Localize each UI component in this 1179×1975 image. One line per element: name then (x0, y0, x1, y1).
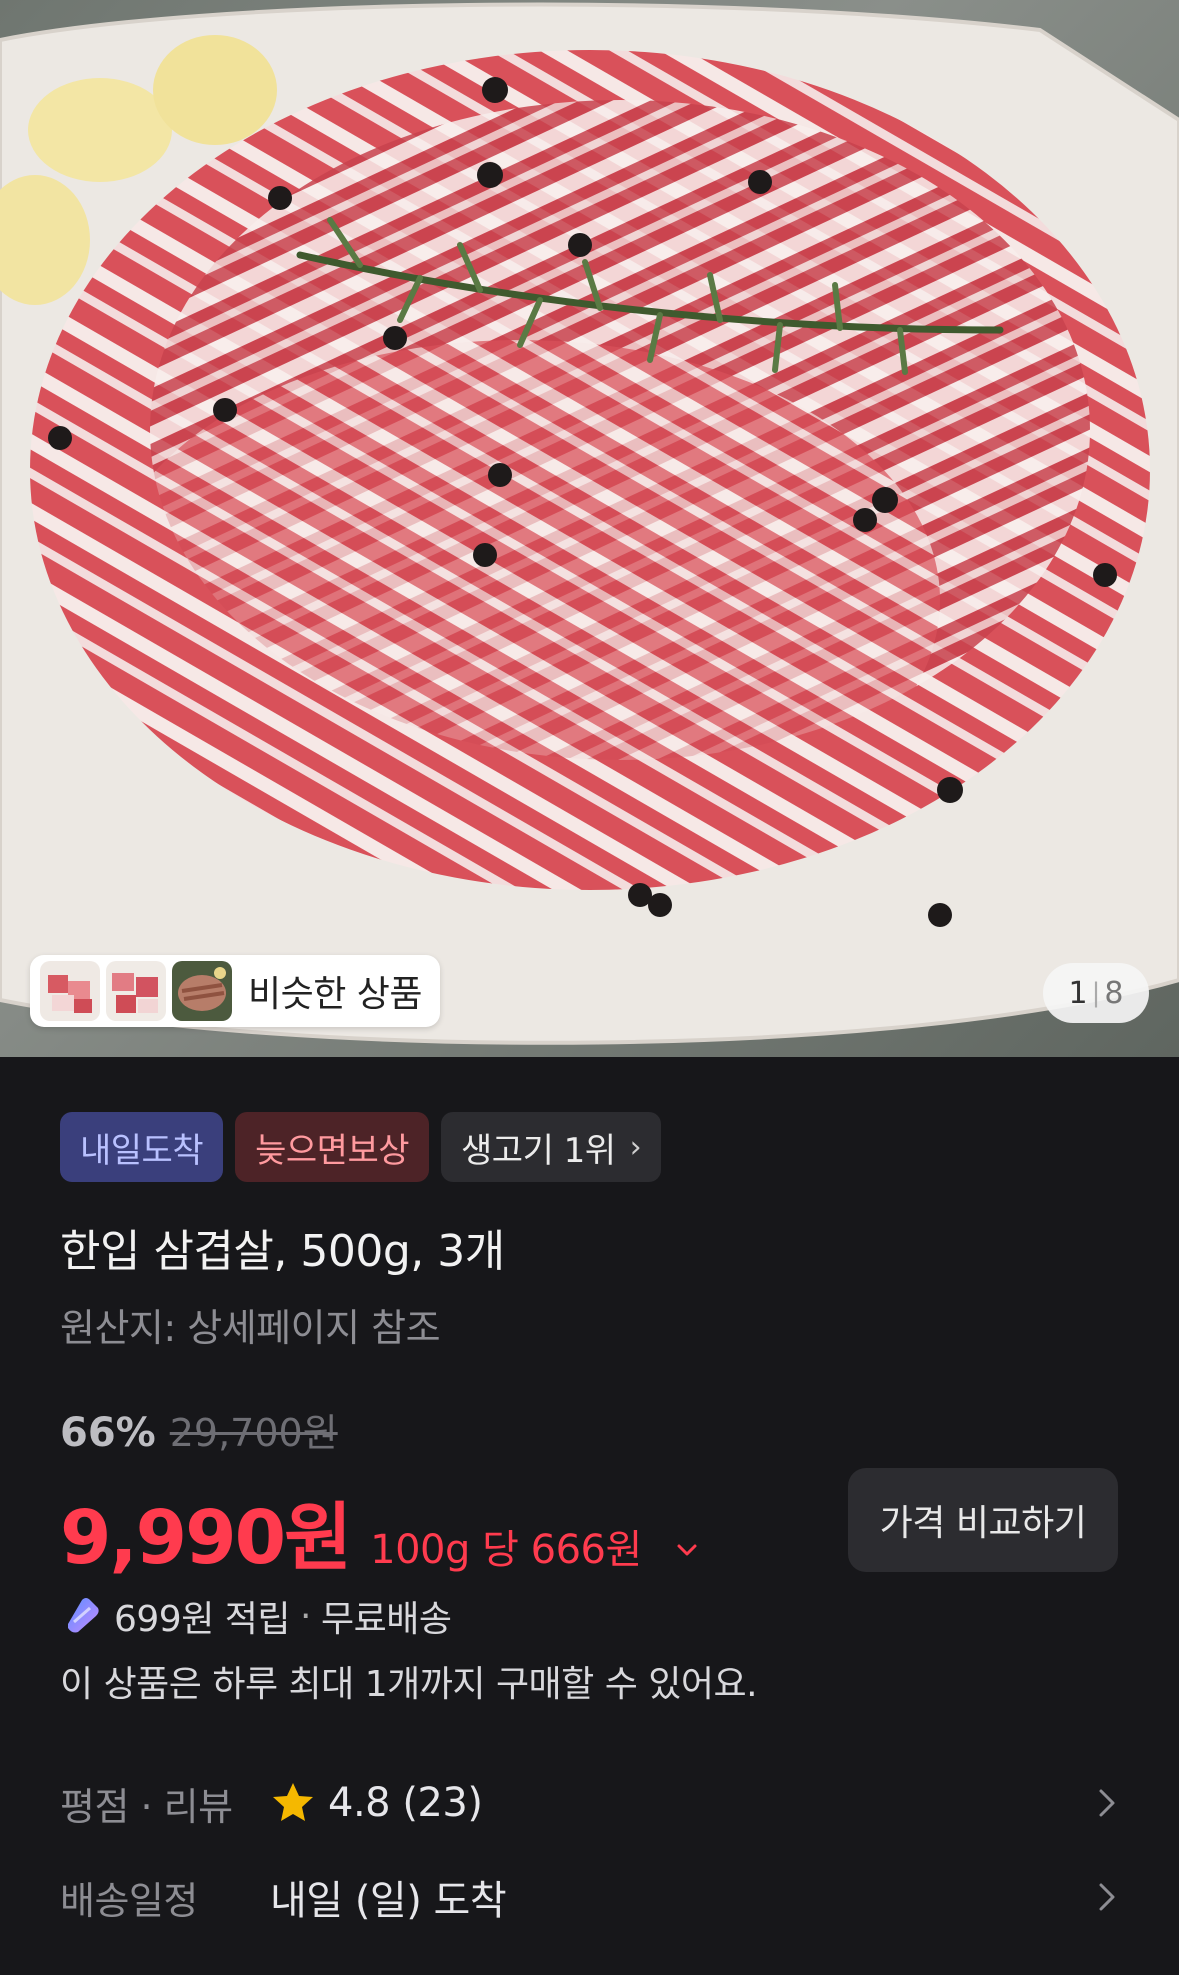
reward-points: 699원 적립 (114, 1599, 291, 1640)
product-image[interactable]: 비슷한 상품 1 | 8 (0, 0, 1179, 1057)
rating-value: 4.8 (23) (328, 1780, 483, 1826)
price-row: 9,990원 100g 당 666원 (60, 1478, 700, 1585)
rating-review-row[interactable]: 평점 · 리뷰 4.8 (23) (60, 1768, 1119, 1838)
separator-dot: · (300, 1595, 311, 1637)
similar-thumb-1 (40, 961, 100, 1021)
product-title: 한입 삼겹살, 500g, 3개 (60, 1226, 505, 1277)
pager-current: 1 (1068, 975, 1088, 1011)
product-origin: 원산지: 상세페이지 참조 (60, 1306, 441, 1350)
pager-separator: | (1091, 978, 1101, 1008)
similar-thumb-2 (106, 961, 166, 1021)
purchase-limit-notice: 이 상품은 하루 최대 1개까지 구매할 수 있어요. (60, 1664, 758, 1705)
pork-belly-photo (0, 2, 1179, 1045)
reward-coin-icon (68, 1598, 99, 1633)
free-shipping: 무료배송 (320, 1599, 452, 1640)
discount-row: 66% 29,700원 (60, 1402, 338, 1457)
badge-late-compensation: 늦으면보상 (235, 1112, 430, 1182)
chevron-right-icon: › (629, 1129, 642, 1165)
rating-label: 평점 · 리뷰 (60, 1784, 233, 1829)
unit-price: 100g 당 666원 (370, 1527, 642, 1573)
sale-price: 9,990원 (60, 1495, 352, 1581)
price-compare-button[interactable]: 가격 비교하기 (848, 1468, 1118, 1572)
chevron-down-icon (677, 1544, 697, 1556)
similar-thumb-3 (172, 961, 232, 1021)
badge-rank-label: 생고기 1위 (461, 1130, 616, 1171)
rating-value-group: 4.8 (23) (270, 1780, 483, 1826)
discount-rate: 66% (60, 1410, 156, 1456)
delivery-value: 내일 (일) 도착 (270, 1878, 507, 1924)
similar-products-button[interactable]: 비슷한 상품 (30, 955, 440, 1027)
unit-price-toggle[interactable]: 100g 당 666원 (370, 1517, 700, 1575)
badge-arrival-tomorrow: 내일도착 (60, 1112, 224, 1182)
badge-row: 내일도착 늦으면보상 생고기 1위 › (60, 1112, 662, 1182)
chevron-right-icon (1099, 1883, 1115, 1911)
delivery-label: 배송일정 (60, 1878, 198, 1923)
star-icon (273, 1783, 313, 1821)
chevron-right-icon (1099, 1789, 1115, 1817)
delivery-schedule-row[interactable]: 배송일정 내일 (일) 도착 (60, 1862, 1119, 1932)
image-pager: 1 | 8 (1043, 963, 1149, 1023)
pager-total: 8 (1104, 975, 1124, 1011)
similar-products-label: 비슷한 상품 (248, 974, 423, 1015)
badge-category-rank[interactable]: 생고기 1위 › (441, 1112, 662, 1182)
original-price: 29,700원 (169, 1411, 338, 1455)
reward-shipping-row: 699원 적립 · 무료배송 (60, 1590, 452, 1642)
